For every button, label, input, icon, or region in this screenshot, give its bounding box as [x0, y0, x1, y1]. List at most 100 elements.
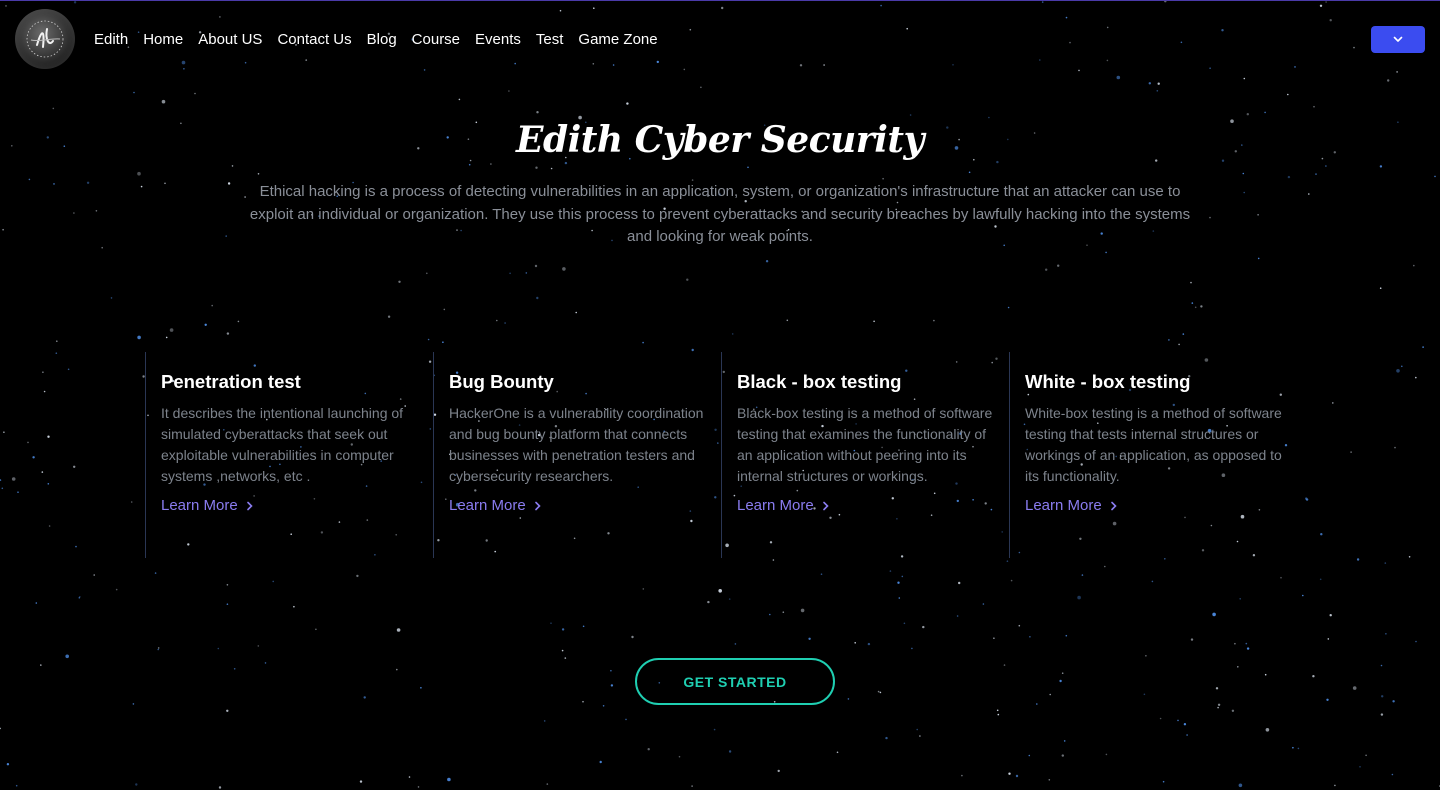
- star: [93, 574, 95, 576]
- star: [1246, 113, 1250, 116]
- star: [901, 575, 904, 578]
- star: [734, 643, 737, 645]
- star: [1319, 578, 1322, 581]
- star: [534, 264, 538, 268]
- star: [420, 687, 422, 689]
- hero-section: Edith Cyber Security Ethical hacking is …: [0, 119, 1440, 249]
- star: [65, 654, 69, 659]
- star: [217, 647, 220, 650]
- star: [707, 600, 710, 604]
- page: Edith Home About US Contact Us Blog Cour…: [0, 0, 1440, 790]
- star: [1028, 754, 1031, 757]
- page-title: Edith Cyber Security: [516, 119, 924, 161]
- star: [599, 760, 602, 764]
- star: [1313, 105, 1315, 108]
- star: [1010, 579, 1013, 582]
- star: [564, 657, 567, 659]
- card-title: White - box testing: [1025, 371, 1191, 392]
- learn-more-label: Learn More: [161, 497, 238, 514]
- star: [1245, 642, 1248, 645]
- star: [165, 336, 168, 339]
- star: [550, 622, 552, 624]
- star: [1164, 558, 1166, 560]
- star: [897, 581, 900, 584]
- star: [396, 668, 398, 671]
- star: [1238, 783, 1243, 788]
- star: [911, 647, 913, 650]
- star: [1105, 251, 1107, 254]
- star: [800, 608, 805, 613]
- star: [997, 713, 1000, 716]
- star: [1385, 633, 1387, 635]
- star: [75, 545, 77, 548]
- star: [1015, 774, 1019, 778]
- star: [1280, 576, 1282, 579]
- star: [426, 272, 428, 275]
- star: [154, 572, 157, 574]
- nav-link-home[interactable]: Home: [143, 31, 183, 48]
- star: [40, 664, 42, 666]
- learn-more-link[interactable]: Learn More: [449, 497, 542, 514]
- star: [1246, 647, 1250, 650]
- star: [686, 278, 689, 281]
- star: [204, 323, 207, 326]
- star: [157, 648, 159, 651]
- star: [272, 580, 275, 583]
- star: [1380, 664, 1383, 667]
- star: [1178, 343, 1180, 346]
- star: [642, 588, 645, 590]
- star: [1391, 773, 1394, 776]
- star: [257, 645, 260, 647]
- star: [678, 755, 681, 758]
- star: [135, 783, 138, 786]
- star: [1379, 287, 1382, 290]
- get-started-button[interactable]: GET STARTED: [635, 658, 835, 705]
- learn-more-link[interactable]: Learn More: [737, 497, 830, 514]
- star: [1265, 728, 1270, 732]
- dropdown-button[interactable]: [1371, 26, 1425, 53]
- nav-link-contact-us[interactable]: Contact Us: [277, 31, 351, 48]
- logo-mark: [26, 20, 64, 58]
- star: [55, 352, 58, 355]
- star: [847, 698, 850, 700]
- nav-link-edith[interactable]: Edith: [94, 31, 128, 48]
- star: [642, 341, 644, 344]
- star: [1212, 612, 1216, 617]
- card-white-box-testing: White - box testing White-box testing is…: [1009, 352, 1297, 558]
- nav-link-test[interactable]: Test: [536, 31, 564, 48]
- star: [836, 751, 839, 754]
- learn-more-link[interactable]: Learn More: [1025, 497, 1118, 514]
- nav-link-blog[interactable]: Blog: [367, 31, 397, 48]
- star: [728, 750, 732, 753]
- star: [110, 297, 113, 299]
- star: [52, 107, 55, 110]
- star: [1194, 306, 1197, 309]
- star: [543, 720, 546, 722]
- star: [1217, 703, 1221, 706]
- edith-logo-icon[interactable]: [15, 9, 75, 69]
- star: [1297, 747, 1300, 750]
- star: [1007, 306, 1010, 309]
- star: [919, 735, 921, 737]
- learn-more-link[interactable]: Learn More: [161, 497, 254, 514]
- star: [1081, 574, 1084, 576]
- nav-link-events[interactable]: Events: [475, 31, 521, 48]
- star: [1305, 498, 1309, 501]
- nav-link-course[interactable]: Course: [412, 31, 460, 48]
- star: [226, 603, 229, 605]
- star: [1, 487, 4, 490]
- star: [1200, 305, 1203, 308]
- star: [1036, 703, 1038, 705]
- star: [1104, 565, 1106, 568]
- card-text: Black-box testing is a method of softwar…: [737, 405, 993, 484]
- star: [1048, 779, 1051, 781]
- star: [3, 431, 5, 434]
- star: [769, 613, 771, 616]
- star: [728, 598, 731, 600]
- nav-link-about-us[interactable]: About US: [198, 31, 262, 48]
- nav-link-game-zone[interactable]: Game Zone: [578, 31, 657, 48]
- chevron-down-icon: [1393, 36, 1403, 42]
- star: [1234, 642, 1236, 645]
- star: [625, 718, 627, 721]
- star: [1183, 723, 1187, 726]
